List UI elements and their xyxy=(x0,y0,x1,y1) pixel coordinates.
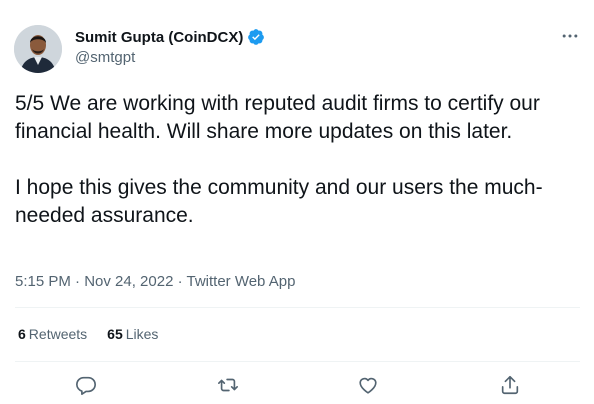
author-handle[interactable]: @smtgpt xyxy=(75,49,135,66)
avatar[interactable] xyxy=(14,25,62,73)
retweets-count: 6 xyxy=(18,326,26,342)
author-name[interactable]: Sumit Gupta (CoinDCX) xyxy=(75,29,243,46)
engagement-stats: 6 Retweets 65 Likes xyxy=(18,326,158,342)
likes-stat[interactable]: 65 Likes xyxy=(107,326,158,342)
divider xyxy=(15,307,580,308)
divider xyxy=(15,361,580,362)
tweet-text: 5/5 We are working with reputed audit fi… xyxy=(15,90,580,230)
tweet-paragraph: I hope this gives the community and our … xyxy=(15,176,543,227)
likes-label: Likes xyxy=(125,326,159,342)
reply-icon[interactable] xyxy=(73,372,99,398)
author-name-row[interactable]: Sumit Gupta (CoinDCX) xyxy=(75,28,265,46)
tweet-paragraph: 5/5 We are working with reputed audit fi… xyxy=(15,92,540,143)
likes-count: 65 xyxy=(107,326,123,342)
retweets-stat[interactable]: 6 Retweets xyxy=(18,326,87,342)
verified-badge-icon xyxy=(247,28,265,46)
like-icon[interactable] xyxy=(355,372,381,398)
retweet-icon[interactable] xyxy=(215,372,241,398)
more-options-icon[interactable] xyxy=(556,24,584,48)
tweet-timestamp[interactable]: 5:15 PM · Nov 24, 2022 · Twitter Web App xyxy=(15,273,295,290)
retweets-label: Retweets xyxy=(28,326,88,342)
share-icon[interactable] xyxy=(497,372,523,398)
